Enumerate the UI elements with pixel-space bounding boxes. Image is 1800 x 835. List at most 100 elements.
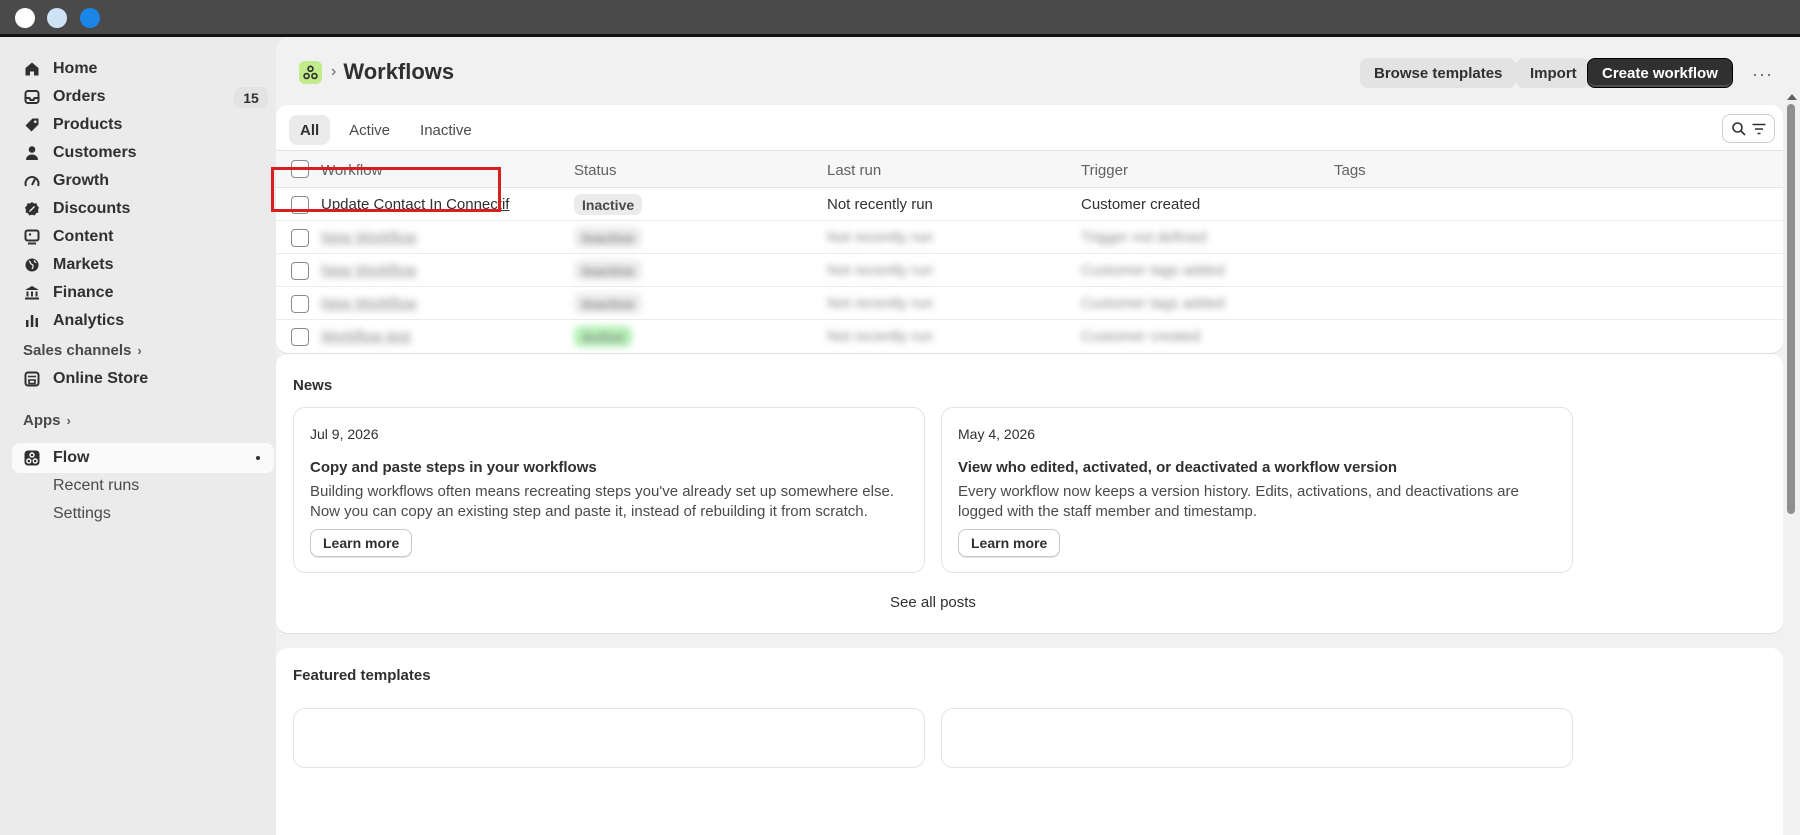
trigger-cell: Customer created — [1081, 328, 1201, 345]
sidebar-item-markets[interactable]: Markets — [12, 250, 274, 280]
scrollbar[interactable] — [1783, 92, 1800, 835]
chevron-right-icon: › — [137, 343, 142, 358]
trigger-cell: Trigger not defined — [1081, 229, 1207, 246]
more-actions-button[interactable]: ··· — [1752, 64, 1773, 85]
tab-all[interactable]: All — [289, 115, 331, 145]
person-icon — [24, 145, 40, 161]
column-header-last-run[interactable]: Last run — [827, 162, 881, 179]
window-minimize-button[interactable] — [47, 8, 67, 28]
bar-chart-icon — [24, 313, 40, 329]
sidebar-item-flow[interactable]: Flow — [12, 443, 274, 473]
sidebar-item-label: Products — [53, 116, 123, 133]
flow-logo-icon[interactable] — [299, 60, 322, 84]
table-row[interactable]: New Workflow Inactive Not recently run C… — [276, 287, 1783, 320]
breadcrumb: › Workflows — [299, 59, 454, 85]
sidebar-item-discounts[interactable]: Discounts — [12, 194, 274, 224]
create-workflow-button[interactable]: Create workflow — [1587, 58, 1733, 88]
search-icon — [1731, 121, 1746, 136]
discount-icon — [24, 201, 40, 217]
table-row[interactable]: New Workflow Inactive Not recently run T… — [276, 221, 1783, 254]
news-card: News Jul 9, 2026 Copy and paste steps in… — [276, 354, 1783, 633]
scroll-thumb[interactable] — [1787, 104, 1795, 514]
news-headline: View who edited, activated, or deactivat… — [958, 459, 1398, 476]
trigger-cell: Customer created — [1081, 196, 1201, 213]
sidebar-item-finance[interactable]: Finance — [12, 278, 274, 308]
scroll-up-arrow-icon[interactable] — [1787, 94, 1797, 100]
filter-tabs: All Active Inactive — [289, 115, 491, 145]
window-maximize-button[interactable] — [80, 8, 100, 28]
featured-templates-card: Featured templates — [276, 648, 1783, 835]
last-run-cell: Not recently run — [827, 295, 933, 312]
sidebar: Home Orders 15 Products Customers Growth… — [0, 37, 276, 835]
workflow-name-link[interactable]: Workflow test — [321, 328, 411, 345]
apps-label: Apps — [23, 412, 61, 429]
last-run-cell: Not recently run — [827, 262, 933, 279]
sidebar-item-label: Finance — [53, 284, 114, 301]
content-icon — [24, 229, 40, 245]
apps-heading[interactable]: Apps › — [23, 412, 71, 429]
sidebar-item-growth[interactable]: Growth — [12, 166, 274, 196]
sidebar-item-orders[interactable]: Orders 15 — [12, 82, 274, 112]
learn-more-button[interactable]: Learn more — [958, 529, 1061, 557]
bank-icon — [24, 285, 40, 301]
template-card[interactable] — [293, 708, 925, 768]
sales-channels-heading[interactable]: Sales channels › — [23, 342, 142, 359]
workflow-name-link[interactable]: New Workflow — [321, 262, 417, 279]
table-header: Workflow Status Last run Trigger Tags — [276, 150, 1783, 188]
column-header-status[interactable]: Status — [574, 162, 617, 179]
workflow-name-link[interactable]: Update Contact In Connectif — [321, 196, 509, 213]
search-filter-button[interactable] — [1722, 114, 1775, 143]
trigger-cell: Customer tags added — [1081, 262, 1225, 279]
learn-more-button[interactable]: Learn more — [310, 529, 413, 557]
workflow-name-link[interactable]: New Workflow — [321, 229, 417, 246]
row-checkbox[interactable] — [291, 262, 309, 280]
sidebar-item-label: Content — [53, 228, 114, 245]
sidebar-item-customers[interactable]: Customers — [12, 138, 274, 168]
sidebar-item-label: Customers — [53, 144, 137, 161]
browse-templates-button[interactable]: Browse templates — [1360, 58, 1517, 88]
select-all-checkbox[interactable] — [291, 160, 309, 178]
workflows-card: All Active Inactive Workflow Status Last… — [276, 105, 1783, 353]
column-header-workflow[interactable]: Workflow — [321, 162, 382, 179]
news-item: Jul 9, 2026 Copy and paste steps in your… — [293, 407, 925, 573]
workflow-name-link[interactable]: New Workflow — [321, 295, 417, 312]
sidebar-item-recent-runs[interactable]: Recent runs — [53, 477, 139, 495]
row-checkbox[interactable] — [291, 196, 309, 214]
news-item: May 4, 2026 View who edited, activated, … — [941, 407, 1573, 573]
last-run-cell: Not recently run — [827, 229, 933, 246]
orders-count-badge: 15 — [234, 87, 268, 108]
sidebar-item-content[interactable]: Content — [12, 222, 274, 252]
table-row[interactable]: New Workflow Inactive Not recently run C… — [276, 254, 1783, 287]
news-body: Every workflow now keeps a version histo… — [958, 483, 1519, 520]
column-header-trigger[interactable]: Trigger — [1081, 162, 1128, 179]
sidebar-item-settings[interactable]: Settings — [53, 505, 111, 523]
sidebar-item-label: Online Store — [53, 370, 149, 387]
sidebar-item-label: Analytics — [53, 312, 125, 329]
news-body: Building workflows often means recreatin… — [310, 483, 894, 520]
see-all-posts-link[interactable]: See all posts — [276, 594, 1590, 611]
page-title: Workflows — [343, 59, 455, 84]
row-checkbox[interactable] — [291, 229, 309, 247]
window-close-button[interactable] — [15, 8, 35, 28]
sidebar-item-online-store[interactable]: Online Store — [12, 364, 274, 394]
sidebar-item-products[interactable]: Products — [12, 110, 274, 140]
import-button[interactable]: Import — [1516, 58, 1591, 88]
sidebar-item-home[interactable]: Home — [12, 54, 274, 84]
table-row[interactable]: Workflow test Active Not recently run Cu… — [276, 320, 1783, 353]
status-badge: Inactive — [574, 293, 643, 314]
sidebar-item-label: Growth — [53, 172, 109, 189]
table-row[interactable]: Update Contact In Connectif Inactive Not… — [276, 188, 1783, 221]
see-all-posts-label: See all posts — [890, 594, 976, 611]
tab-inactive[interactable]: Inactive — [409, 115, 483, 145]
gauge-icon — [24, 173, 40, 189]
status-badge: Inactive — [574, 260, 643, 281]
sidebar-item-label: Flow — [53, 449, 90, 466]
home-icon — [24, 61, 40, 77]
sidebar-item-analytics[interactable]: Analytics — [12, 306, 274, 336]
row-checkbox[interactable] — [291, 295, 309, 313]
template-card[interactable] — [941, 708, 1573, 768]
row-checkbox[interactable] — [291, 328, 309, 346]
column-header-tags[interactable]: Tags — [1334, 162, 1366, 179]
tab-active[interactable]: Active — [338, 115, 401, 145]
active-dot — [256, 456, 260, 460]
